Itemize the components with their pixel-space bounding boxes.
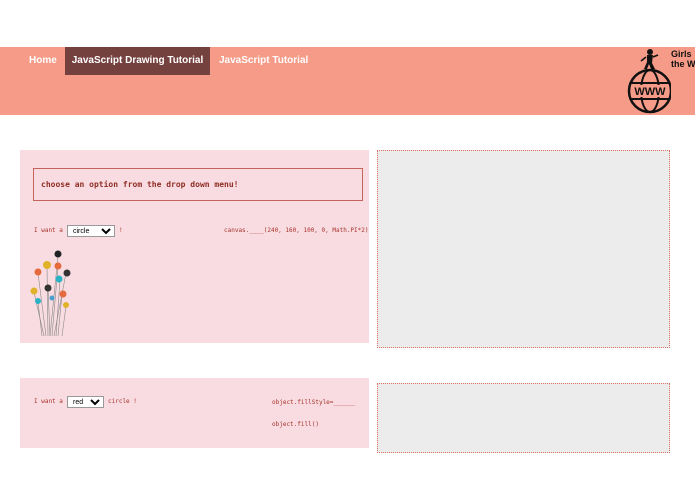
instruction-box: choose an option from the drop down menu… — [33, 168, 363, 201]
color-select[interactable]: red — [67, 396, 104, 408]
drawing-canvas-1[interactable] — [377, 150, 670, 348]
fillstyle-code: object.fillStyle=______ — [272, 399, 356, 406]
top-nav-bar: Home JavaScript Drawing Tutorial JavaScr… — [0, 47, 695, 115]
instruction-text: choose an option from the drop down menu… — [41, 180, 239, 189]
want-color-label: I want a — [34, 398, 63, 405]
want-shape-label: I want a — [34, 227, 63, 234]
canvas-arc-code: canvas.____(240, 160, 100, 0, Math.PI*2) — [224, 227, 369, 234]
color-options-panel — [20, 378, 369, 448]
want-color-suffix: circle ! — [108, 398, 137, 405]
want-shape-suffix: ! — [119, 227, 123, 234]
nav-js-tutorial-link[interactable]: JavaScript Tutorial — [219, 47, 308, 75]
nav-drawing-tutorial-link[interactable]: JavaScript Drawing Tutorial — [65, 47, 210, 75]
logo-globe-text: WWW — [634, 86, 666, 98]
flowers-illustration — [30, 250, 71, 337]
drawing-canvas-2[interactable] — [377, 383, 670, 453]
globe-logo-icon: WWW — [627, 49, 673, 114]
site-logo[interactable]: WWW Girls the W — [627, 47, 695, 115]
fill-code: object.fill() — [272, 421, 319, 428]
shape-select[interactable]: circle — [67, 225, 115, 237]
nav-home-link[interactable]: Home — [29, 47, 57, 75]
logo-text: Girls the W — [671, 49, 695, 69]
